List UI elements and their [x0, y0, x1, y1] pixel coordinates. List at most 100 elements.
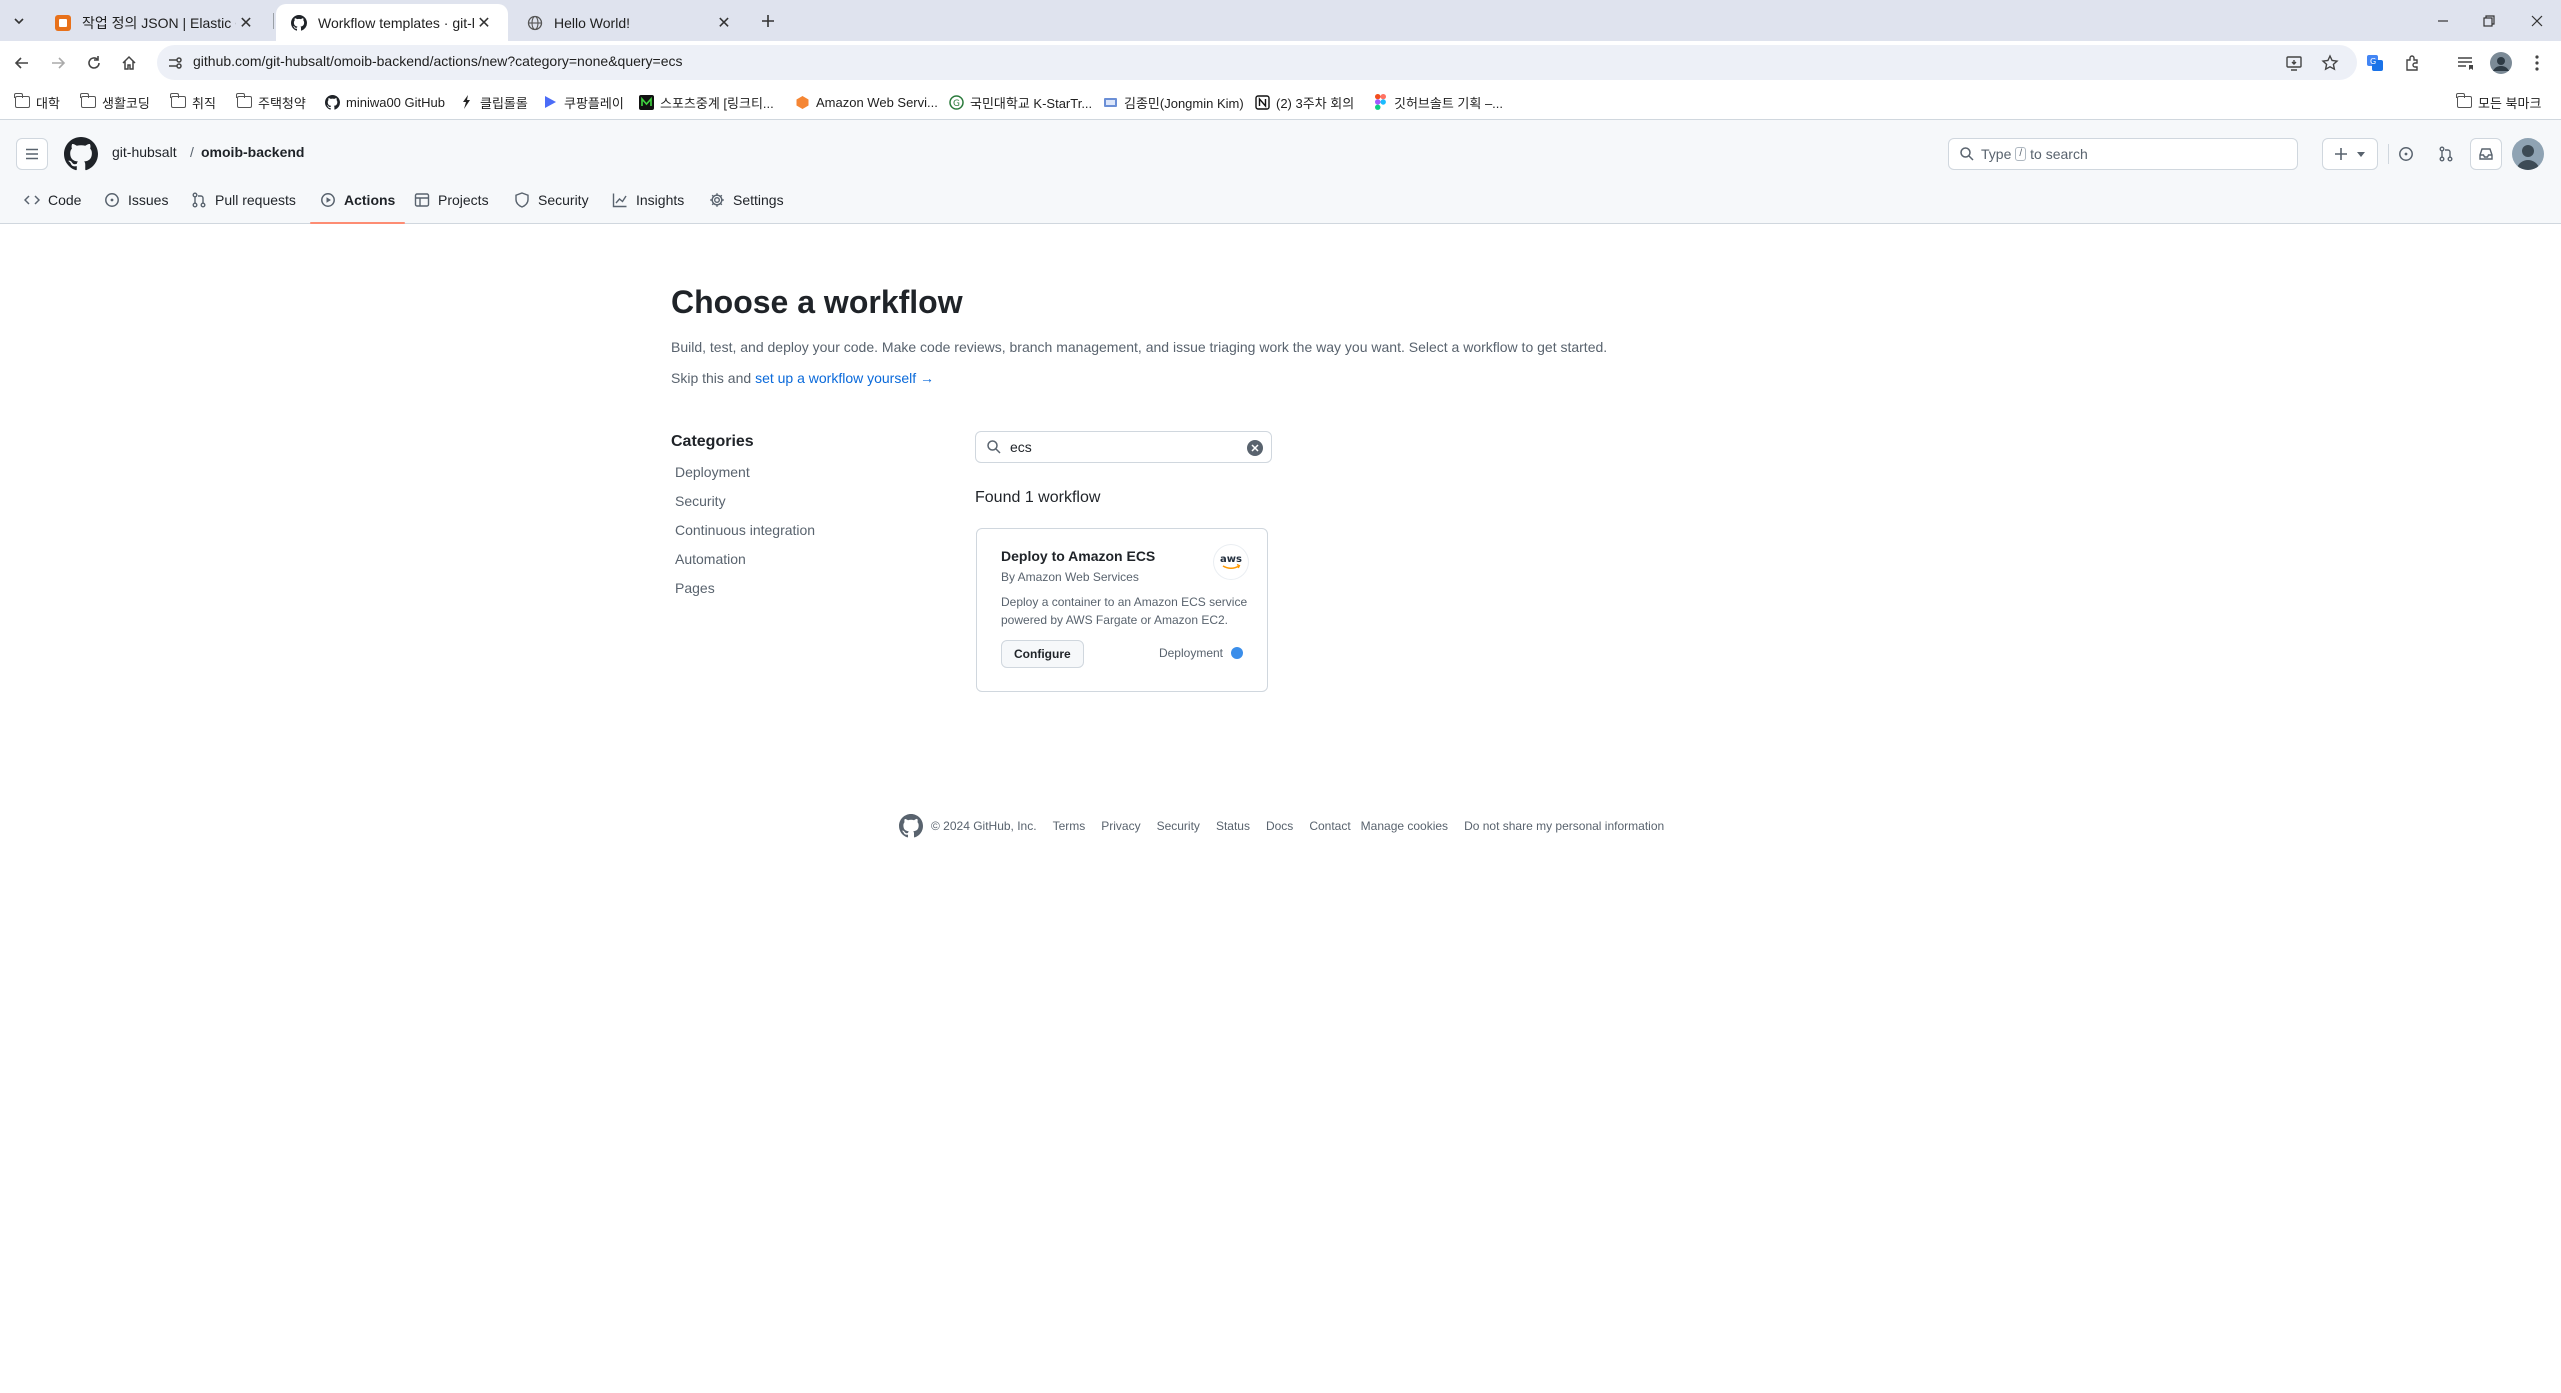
- tab-security[interactable]: Security: [514, 176, 589, 224]
- category-automation[interactable]: Automation: [675, 551, 746, 567]
- pull-requests-button[interactable]: [2430, 138, 2462, 170]
- configure-button[interactable]: Configure: [1001, 640, 1084, 668]
- footer-link-manage-cookies[interactable]: Manage cookies: [1361, 819, 1448, 833]
- bookmark-item[interactable]: 쿠팡플레이: [542, 92, 624, 112]
- browser-menu-icon[interactable]: [2524, 50, 2550, 76]
- site-info-icon[interactable]: [165, 53, 185, 73]
- browser-tab-ecs-docs[interactable]: 작업 정의 JSON | Elastic Conta ✕: [40, 4, 270, 41]
- tab-insights[interactable]: Insights: [612, 176, 684, 224]
- bookmark-item[interactable]: Amazon Web Servi...: [794, 92, 938, 112]
- github-logo-icon[interactable]: [64, 137, 98, 171]
- bookmark-item[interactable]: 대학: [13, 92, 60, 112]
- tab-label: Security: [538, 192, 589, 208]
- folder-icon: [13, 93, 30, 110]
- category-security[interactable]: Security: [675, 493, 726, 509]
- bookmark-item[interactable]: 스포츠중계 [링크티...: [638, 92, 774, 112]
- install-app-icon[interactable]: [2283, 52, 2305, 74]
- tab-title: Hello World!: [554, 14, 630, 31]
- footer-link-docs[interactable]: Docs: [1266, 819, 1293, 833]
- bookmark-label: 생활코딩: [102, 95, 150, 111]
- workflow-search-field[interactable]: [975, 431, 1272, 463]
- tab-code[interactable]: Code: [24, 176, 81, 224]
- all-bookmarks-folder[interactable]: 모든 북마크: [2455, 92, 2541, 112]
- setup-workflow-yourself-link[interactable]: set up a workflow yourself →: [755, 370, 934, 386]
- footer-link-do-not-share[interactable]: Do not share my personal information: [1464, 819, 1664, 833]
- bookmark-item[interactable]: 클립롤롤: [458, 92, 528, 112]
- folder-icon: [79, 93, 96, 110]
- footer-link-privacy[interactable]: Privacy: [1101, 819, 1140, 833]
- triangle-down-icon: [2357, 152, 2365, 157]
- tab-settings[interactable]: Settings: [709, 176, 784, 224]
- new-tab-button[interactable]: [755, 8, 781, 34]
- minimize-window-button[interactable]: [2420, 0, 2466, 41]
- tab-actions[interactable]: Actions: [309, 176, 406, 224]
- browser-tab-workflow-templates[interactable]: Workflow templates · git-hubs ✕: [276, 4, 508, 41]
- forward-button[interactable]: [44, 49, 72, 77]
- close-tab-icon[interactable]: ✕: [236, 13, 256, 33]
- bookmark-item[interactable]: 생활코딩: [79, 92, 150, 112]
- address-bar[interactable]: github.com/git-hubsalt/omoib-backend/act…: [157, 45, 2357, 80]
- globe-favicon-icon: [526, 14, 544, 32]
- inbox-icon: [2479, 148, 2493, 160]
- folder-icon: [169, 93, 186, 110]
- workflow-category: Deployment: [1159, 646, 1243, 660]
- category-deployment[interactable]: Deployment: [675, 464, 750, 480]
- footer-link-contact[interactable]: Contact: [1309, 819, 1350, 833]
- translate-extension-icon[interactable]: G: [2362, 50, 2388, 76]
- code-icon: [24, 192, 40, 208]
- tab-label: Pull requests: [215, 192, 296, 208]
- pull-request-icon: [191, 192, 207, 208]
- footer-link-status[interactable]: Status: [1216, 819, 1250, 833]
- github-favicon-icon: [290, 14, 308, 32]
- bookmark-label: 대학: [36, 95, 60, 111]
- home-button[interactable]: [115, 49, 143, 77]
- clear-search-button[interactable]: [1247, 440, 1263, 456]
- bookmark-item[interactable]: miniwa00 GitHub: [324, 92, 445, 112]
- footer-copyright: © 2024 GitHub, Inc.: [931, 819, 1037, 833]
- browser-toolbar: github.com/git-hubsalt/omoib-backend/act…: [0, 41, 2561, 84]
- tab-divider: [273, 13, 274, 29]
- bookmark-item[interactable]: 주택청약: [235, 92, 306, 112]
- reading-list-icon[interactable]: [2452, 50, 2478, 76]
- global-nav-menu-button[interactable]: [16, 138, 48, 170]
- inbox-button[interactable]: [2470, 138, 2502, 170]
- footer-link-security[interactable]: Security: [1157, 819, 1200, 833]
- aws-logo-icon: aws: [1214, 545, 1248, 579]
- bookmark-item[interactable]: (2) 3주차 회의: [1254, 92, 1354, 112]
- tab-projects[interactable]: Projects: [414, 176, 489, 224]
- category-continuous-integration[interactable]: Continuous integration: [675, 522, 815, 538]
- restore-window-button[interactable]: [2466, 0, 2512, 41]
- hamburger-icon: [26, 148, 38, 160]
- reload-button[interactable]: [80, 49, 108, 77]
- footer-link-terms[interactable]: Terms: [1053, 819, 1086, 833]
- close-window-button[interactable]: [2514, 0, 2560, 41]
- close-icon: [2531, 15, 2543, 26]
- workflow-search-input[interactable]: [1010, 439, 1230, 455]
- browser-tab-hello-world[interactable]: Hello World! ✕: [512, 4, 748, 41]
- bookmark-star-icon[interactable]: [2319, 52, 2341, 74]
- bookmark-item[interactable]: G 국민대학교 K-StarTr...: [948, 92, 1092, 112]
- category-pages[interactable]: Pages: [675, 580, 715, 596]
- back-button[interactable]: [8, 49, 36, 77]
- bookmark-label: 김종민(Jongmin Kim): [1124, 95, 1244, 111]
- user-avatar[interactable]: [2512, 138, 2544, 170]
- bookmark-item[interactable]: 김종민(Jongmin Kim): [1102, 92, 1244, 112]
- profile-avatar[interactable]: [2488, 50, 2514, 76]
- bookmark-item[interactable]: 깃허브솔트 기획 –...: [1372, 92, 1503, 112]
- global-search-input[interactable]: Type / to search: [1948, 138, 2298, 170]
- close-tab-icon[interactable]: ✕: [714, 13, 734, 33]
- tab-search-button[interactable]: [6, 8, 32, 34]
- issues-button[interactable]: [2390, 138, 2422, 170]
- tab-pull-requests[interactable]: Pull requests: [191, 176, 296, 224]
- bookmark-item[interactable]: 취직: [169, 92, 216, 112]
- site-icon: [1102, 94, 1118, 110]
- breadcrumb-repo[interactable]: omoib-backend: [201, 144, 304, 160]
- bookmark-label: 클립롤롤: [480, 95, 528, 111]
- github-mark-icon[interactable]: [899, 814, 923, 838]
- extensions-icon[interactable]: [2400, 50, 2426, 76]
- tab-issues[interactable]: Issues: [104, 176, 168, 224]
- breadcrumb-owner[interactable]: git-hubsalt: [112, 144, 177, 160]
- tab-label: Projects: [438, 192, 489, 208]
- close-tab-icon[interactable]: ✕: [474, 13, 494, 33]
- create-new-button[interactable]: [2322, 138, 2378, 170]
